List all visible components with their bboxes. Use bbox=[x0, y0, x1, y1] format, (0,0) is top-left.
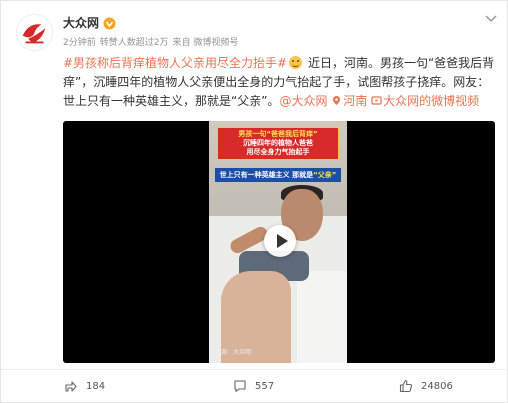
caption-blue-highlight: “父亲” bbox=[313, 171, 337, 179]
video-caption-blue: 世上只有一种英雄主义 那就是“父亲” bbox=[215, 168, 341, 182]
repost-count-text: 转赞人数超过2万 bbox=[99, 38, 169, 48]
author-name[interactable]: 大众网 bbox=[63, 15, 99, 31]
location-label: 河南 bbox=[343, 94, 368, 108]
post-time[interactable]: 2分钟前 bbox=[63, 37, 96, 49]
thumbnail-sheet bbox=[297, 271, 347, 363]
caption-blue-prefix: 世上只有一种英雄主义 那就是 bbox=[219, 171, 314, 179]
avatar[interactable] bbox=[16, 14, 53, 51]
topic-link[interactable]: #男孩称后背痒植物人父亲用尽全力抬手# bbox=[63, 56, 287, 70]
divider bbox=[1, 369, 508, 370]
share-icon bbox=[64, 379, 78, 393]
caption-line-3: 用尽全身力气抬起手 bbox=[246, 148, 310, 156]
video-caption-red: 男孩一句“爸爸我后背痒” 沉睡四年的植物人爸爸 用尽全身力气抬起手 bbox=[217, 127, 339, 160]
share-count: 184 bbox=[86, 380, 106, 392]
chevron-down-icon[interactable] bbox=[484, 13, 498, 25]
comment-icon bbox=[233, 379, 247, 393]
post-source[interactable]: 来自 微博视频号 bbox=[172, 37, 238, 49]
location-pin-icon bbox=[331, 95, 342, 106]
video-source-link[interactable]: 大众网的微博视频 bbox=[371, 94, 479, 108]
vip-badge-icon[interactable] bbox=[103, 17, 116, 30]
play-button[interactable] bbox=[264, 225, 296, 257]
video-source-label: 大众网的微博视频 bbox=[383, 94, 480, 108]
weibo-post-card: 大众网 2分钟前 转赞人数超过2万 来自 微博视频号 #男孩称后背痒植物人父亲用… bbox=[0, 0, 508, 403]
share-button[interactable]: 184 bbox=[64, 377, 105, 395]
like-button[interactable]: 24806 bbox=[399, 377, 453, 395]
post-text: #男孩称后背痒植物人父亲用尽全力抬手# 近日，河南。男孩一句“爸爸我后背痒”，沉… bbox=[63, 54, 498, 111]
video-icon bbox=[371, 95, 382, 106]
author-row: 大众网 bbox=[63, 15, 116, 31]
video-watermark: 来源：大众网 bbox=[215, 349, 252, 356]
like-count: 24806 bbox=[421, 380, 453, 392]
dazhong-logo-icon bbox=[17, 15, 52, 50]
location-link[interactable]: 河南 bbox=[331, 94, 367, 108]
comment-count: 557 bbox=[255, 380, 275, 392]
caption-line-2: 沉睡四年的植物人爸爸 bbox=[243, 139, 313, 147]
mention-link[interactable]: @大众网 bbox=[279, 94, 327, 108]
emoji-icon bbox=[289, 56, 303, 69]
caption-line-1: 男孩一句“爸爸我后背痒” bbox=[238, 130, 318, 138]
comment-button[interactable]: 557 bbox=[233, 377, 274, 395]
like-icon bbox=[399, 379, 413, 393]
post-meta: 2分钟前 转赞人数超过2万 来自 微博视频号 bbox=[63, 37, 238, 49]
